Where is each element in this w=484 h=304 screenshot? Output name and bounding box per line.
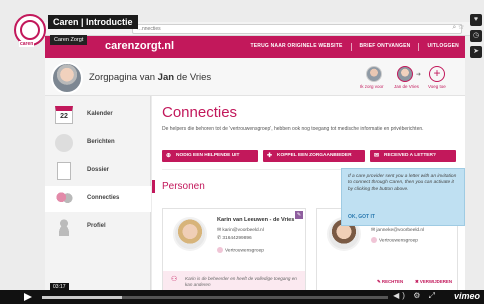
channel-brand: caren bbox=[19, 41, 35, 47]
button-label: RECEIVED A LETTER? bbox=[384, 153, 436, 158]
trust-group-tag: Vertrouwensgroep bbox=[217, 247, 264, 253]
patient-avatar bbox=[51, 62, 83, 94]
top-nav: TERUG NAAR ORIGINELE WEBSITE BRIEF ONTVA… bbox=[251, 43, 460, 51]
patient-mini-label: Jan de Vries bbox=[394, 84, 419, 89]
link-care-provider-button[interactable]: ✚ KOPPEL EEN ZORGAANBIEDER bbox=[263, 150, 365, 162]
person-email: ✉ karin@voorbeeld.nl bbox=[217, 228, 264, 233]
remove-label: VERWIJDEREN bbox=[419, 279, 453, 284]
patient-mini-avatar[interactable] bbox=[397, 66, 413, 82]
person-name: Karin van Leeuwen - de Vries bbox=[217, 217, 295, 223]
persons-heading: Personen bbox=[162, 181, 205, 192]
page-title-suffix: de Vries bbox=[174, 72, 212, 83]
person-email: ✉ janneke@voorbeeld.nl bbox=[371, 228, 425, 233]
email-text: janneke@voorbeeld.nl bbox=[376, 228, 425, 233]
address-bar[interactable]: …nnecties bbox=[132, 24, 462, 34]
nav-letter-received[interactable]: BRIEF ONTVANGEN bbox=[360, 43, 411, 51]
person-phone: ✆ 31644299896 bbox=[217, 236, 252, 241]
page-title-name: Jan bbox=[157, 72, 175, 83]
email-text: karin@voorbeeld.nl bbox=[222, 228, 264, 233]
care-page-header: Zorgpagina van Jan de Vries Ik zorg voor… bbox=[45, 58, 465, 96]
section-title: Connecties bbox=[162, 104, 238, 121]
nav-separator bbox=[418, 43, 420, 51]
received-letter-button[interactable]: ✉ RECEIVED A LETTER? bbox=[370, 150, 456, 162]
sidebar-item-label: Profiel bbox=[87, 223, 106, 229]
link-icon: ✚ bbox=[267, 153, 273, 159]
person-avatar bbox=[173, 217, 207, 251]
arrow-right-icon: ➜ bbox=[416, 72, 422, 78]
document-icon bbox=[57, 162, 71, 180]
section-marker bbox=[152, 180, 155, 193]
heart-icon[interactable]: ♥ bbox=[470, 14, 482, 26]
page-title-prefix: Zorgpagina van bbox=[89, 72, 158, 83]
site-header: carenzorgt.nl TERUG NAAR ORIGINELE WEBSI… bbox=[45, 36, 465, 58]
channel-avatar[interactable]: caren bbox=[14, 14, 46, 47]
vimeo-logo[interactable]: vimeo bbox=[454, 291, 480, 301]
video-progress-bar[interactable] bbox=[42, 296, 388, 299]
rights-link[interactable]: ✎ RECHTEN bbox=[377, 279, 403, 285]
sidebar-item-label: Dossier bbox=[87, 167, 110, 173]
trust-group-tag: Vertrouwensgroep bbox=[371, 237, 418, 243]
people-icon bbox=[55, 190, 73, 208]
sidebar-item-label: Berichten bbox=[87, 139, 115, 145]
player-control-icons[interactable]: ◀) ⚙ ⤢ bbox=[393, 291, 438, 301]
video-channel[interactable]: Caren Zorgt bbox=[50, 35, 88, 45]
my-avatar[interactable] bbox=[366, 66, 382, 82]
add-person-label: Voeg toe bbox=[428, 84, 446, 89]
add-person-button[interactable]: + bbox=[429, 66, 445, 82]
add-person-icon: ⊕ bbox=[166, 153, 172, 159]
tooltip-text: If a care provider sent you a letter wit… bbox=[348, 174, 457, 192]
sidebar-item-kalender[interactable]: 22 Kalender bbox=[45, 102, 151, 128]
sidebar-item-label: Kalender bbox=[87, 111, 113, 117]
envelope-icon: ✉ bbox=[374, 153, 380, 159]
my-avatar-label: Ik zorg voor bbox=[360, 84, 384, 89]
site-logo[interactable]: carenzorgt.nl bbox=[105, 40, 174, 52]
people-icon: ⚇ bbox=[171, 276, 178, 283]
note-text: Karin is de beheerder en heeft de volled… bbox=[185, 276, 297, 287]
video-title[interactable]: Caren | Introductie bbox=[48, 15, 138, 29]
share-icon[interactable]: ➤ bbox=[470, 46, 482, 58]
video-frame: …nnecties ⌕ ☆ carenzorgt.nl TERUG NAAR O… bbox=[0, 0, 484, 304]
profile-icon bbox=[55, 218, 73, 236]
browser-icons: ⌕ ☆ bbox=[452, 24, 464, 31]
channel-logo-icon bbox=[20, 20, 40, 40]
video-progress-fill bbox=[42, 296, 122, 299]
page-title: Zorgpagina van Jan de Vries bbox=[89, 72, 211, 83]
help-tooltip: If a care provider sent you a letter wit… bbox=[341, 168, 465, 226]
remove-link[interactable]: ✖ VERWIJDEREN bbox=[415, 279, 452, 285]
phone-text: 31644299896 bbox=[222, 236, 252, 241]
calendar-icon: 22 bbox=[55, 106, 73, 124]
edit-icon[interactable]: ✎ bbox=[295, 211, 303, 219]
clock-icon[interactable]: ◷ bbox=[470, 30, 482, 42]
section-description: De helpers die behoren tot de 'vertrouwe… bbox=[162, 126, 424, 132]
button-label: NODIG EEN HELPENDE UIT bbox=[176, 153, 240, 158]
nav-back-to-website[interactable]: TERUG NAAR ORIGINELE WEBSITE bbox=[251, 43, 343, 51]
sidebar-item-profiel[interactable]: Profiel bbox=[45, 214, 151, 240]
nav-logout[interactable]: UITLOGGEN bbox=[427, 43, 459, 51]
sidebar-item-berichten[interactable]: Berichten bbox=[45, 130, 151, 156]
sidebar: 22 Kalender Berichten Dossier Connecties… bbox=[45, 96, 151, 304]
rights-label: RECHTEN bbox=[381, 279, 404, 284]
sidebar-item-connecties[interactable]: Connecties bbox=[45, 186, 151, 212]
play-icon[interactable] bbox=[24, 293, 32, 301]
nav-separator bbox=[350, 43, 352, 51]
sidebar-item-dossier[interactable]: Dossier bbox=[45, 158, 151, 184]
chat-bubble-icon bbox=[55, 134, 73, 152]
invite-helper-button[interactable]: ⊕ NODIG EEN HELPENDE UIT bbox=[162, 150, 258, 162]
button-label: KOPPEL EEN ZORGAANBIEDER bbox=[277, 153, 352, 158]
tooltip-ok-button[interactable]: OK, GOT IT bbox=[348, 214, 375, 220]
sidebar-item-label: Connecties bbox=[87, 195, 120, 201]
